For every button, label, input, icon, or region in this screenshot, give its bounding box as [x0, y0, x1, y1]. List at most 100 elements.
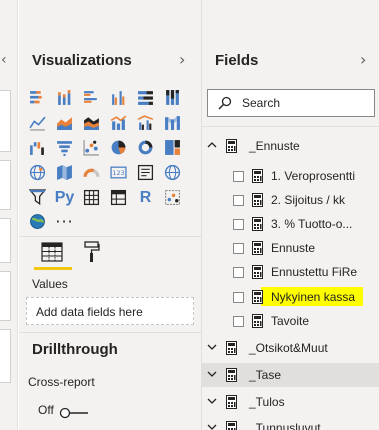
- stacked-bar-chart-icon[interactable]: [28, 88, 47, 107]
- cross-report-toggle[interactable]: [59, 404, 89, 419]
- fields-title: Fields: [215, 52, 259, 69]
- more-visuals-icon[interactable]: ···: [55, 212, 74, 231]
- ribbon-chart-icon[interactable]: [163, 113, 182, 132]
- field-label: Nykyinen kassa: [271, 290, 356, 304]
- area-chart-icon[interactable]: [55, 113, 74, 132]
- gauge-icon[interactable]: [82, 163, 101, 182]
- chevron-up-icon[interactable]: [206, 139, 218, 151]
- table-row-tulos[interactable]: _Tulos: [202, 390, 379, 414]
- field-checkbox[interactable]: [233, 243, 244, 254]
- calculator-icon: [252, 193, 263, 207]
- custom-visual-icon[interactable]: [163, 188, 182, 207]
- r-visual-icon[interactable]: R: [136, 188, 155, 207]
- chevron-down-icon[interactable]: [206, 395, 218, 407]
- table-icon: [226, 395, 237, 409]
- chevron-right-icon[interactable]: ›: [360, 50, 366, 69]
- globe-icon[interactable]: [163, 163, 182, 182]
- field-checkbox[interactable]: [233, 292, 244, 303]
- field-checkbox[interactable]: [233, 195, 244, 206]
- calculator-icon: [252, 169, 263, 183]
- table-icon: [226, 368, 237, 382]
- treemap-icon[interactable]: [163, 138, 182, 157]
- table-row-tase[interactable]: _Tase: [202, 363, 379, 387]
- python-visual-icon[interactable]: Py: [55, 188, 75, 207]
- filled-map-icon[interactable]: [55, 163, 74, 182]
- field-checkbox[interactable]: [233, 267, 244, 278]
- table-name: _Tase: [249, 368, 282, 382]
- field-row[interactable]: 2. Sijoitus / kk: [202, 188, 379, 212]
- stacked-column-chart-icon[interactable]: [55, 88, 74, 107]
- line-and-clustered-column-chart-icon[interactable]: [136, 113, 155, 132]
- scatter-chart-icon[interactable]: [82, 138, 101, 157]
- field-label: Ennustettu FiRe: [271, 265, 358, 279]
- 100-percent-column-chart-icon[interactable]: [163, 88, 182, 107]
- line-and-stacked-column-chart-icon[interactable]: [109, 113, 128, 132]
- filter-card[interactable]: [0, 271, 11, 321]
- calculator-icon: [252, 217, 263, 231]
- field-row[interactable]: Ennustettu FiRe: [202, 260, 379, 284]
- table-icon: [226, 421, 237, 430]
- line-chart-icon[interactable]: [28, 113, 47, 132]
- table-row-ennuste[interactable]: _Ennuste: [202, 134, 379, 158]
- field-checkbox[interactable]: [233, 316, 244, 327]
- table-icon: [226, 139, 237, 153]
- visualizations-title: Visualizations: [32, 52, 132, 69]
- search-placeholder: Search: [242, 96, 281, 110]
- field-checkbox[interactable]: [233, 171, 244, 182]
- filter-card[interactable]: [0, 90, 11, 152]
- calculator-icon: [252, 265, 263, 279]
- fields-pane: Fields › Search _Ennuste 1. Veroprosentt…: [201, 0, 379, 430]
- field-row[interactable]: Tavoite: [202, 309, 379, 333]
- filter-card[interactable]: [0, 160, 11, 210]
- format-paint-roller-icon[interactable]: [81, 240, 103, 266]
- search-icon: [218, 96, 232, 110]
- calculator-icon: [252, 290, 263, 304]
- stacked-area-chart-icon[interactable]: [82, 113, 101, 132]
- slicer-icon[interactable]: [28, 188, 47, 207]
- search-input[interactable]: Search: [207, 89, 375, 117]
- filter-card[interactable]: [0, 329, 11, 383]
- table-icon[interactable]: [82, 188, 101, 207]
- arcgis-map-icon[interactable]: [28, 212, 47, 231]
- waterfall-chart-icon[interactable]: [28, 138, 47, 157]
- multi-row-card-icon[interactable]: [136, 163, 155, 182]
- filter-card[interactable]: [0, 218, 11, 263]
- card-icon[interactable]: 123: [109, 163, 128, 182]
- field-row[interactable]: 1. Veroprosentti: [202, 164, 379, 188]
- calculator-icon: [252, 241, 263, 255]
- clustered-bar-chart-icon[interactable]: [82, 88, 101, 107]
- clustered-column-chart-icon[interactable]: [109, 88, 128, 107]
- field-row[interactable]: 3. % Tuotto-o...: [202, 212, 379, 236]
- funnel-chart-icon[interactable]: [55, 138, 74, 157]
- chevron-down-icon[interactable]: [206, 341, 218, 353]
- field-label: Ennuste: [271, 241, 316, 255]
- chevron-left-icon[interactable]: ‹: [1, 52, 7, 68]
- donut-chart-icon[interactable]: [136, 138, 155, 157]
- matrix-icon[interactable]: [109, 188, 128, 207]
- table-name: _Tunnusluvut: [249, 421, 321, 430]
- table-name: _Otsikot&Muut: [249, 341, 328, 355]
- chevron-right-icon[interactable]: ›: [179, 50, 185, 69]
- field-row[interactable]: Nykyinen kassa: [202, 285, 379, 309]
- field-row[interactable]: Ennuste: [202, 236, 379, 260]
- chevron-down-icon[interactable]: [206, 421, 218, 430]
- active-tab-indicator: [34, 267, 72, 270]
- table-row-tunnusluvut[interactable]: _Tunnusluvut: [202, 416, 379, 430]
- field-label: 2. Sijoitus / kk: [271, 193, 346, 207]
- field-label: Tavoite: [271, 314, 310, 328]
- table-row-otsikot-muut[interactable]: _Otsikot&Muut: [202, 336, 379, 360]
- values-drop-zone[interactable]: Add data fields here: [26, 297, 194, 325]
- fields-tab-icon[interactable]: [34, 240, 70, 270]
- calculator-icon: [252, 314, 263, 328]
- filters-pane-edge: ‹: [0, 0, 18, 430]
- pie-chart-icon[interactable]: [109, 138, 128, 157]
- table-name: _Tulos: [249, 395, 285, 409]
- divider: [19, 332, 201, 333]
- map-icon[interactable]: [28, 163, 47, 182]
- 100-percent-bar-chart-icon[interactable]: [136, 88, 155, 107]
- svg-text:123: 123: [112, 169, 124, 177]
- toggle-state-label: Off: [38, 403, 54, 417]
- field-checkbox[interactable]: [233, 219, 244, 230]
- chevron-down-icon[interactable]: [206, 368, 218, 380]
- drop-zone-placeholder: Add data fields here: [36, 305, 143, 319]
